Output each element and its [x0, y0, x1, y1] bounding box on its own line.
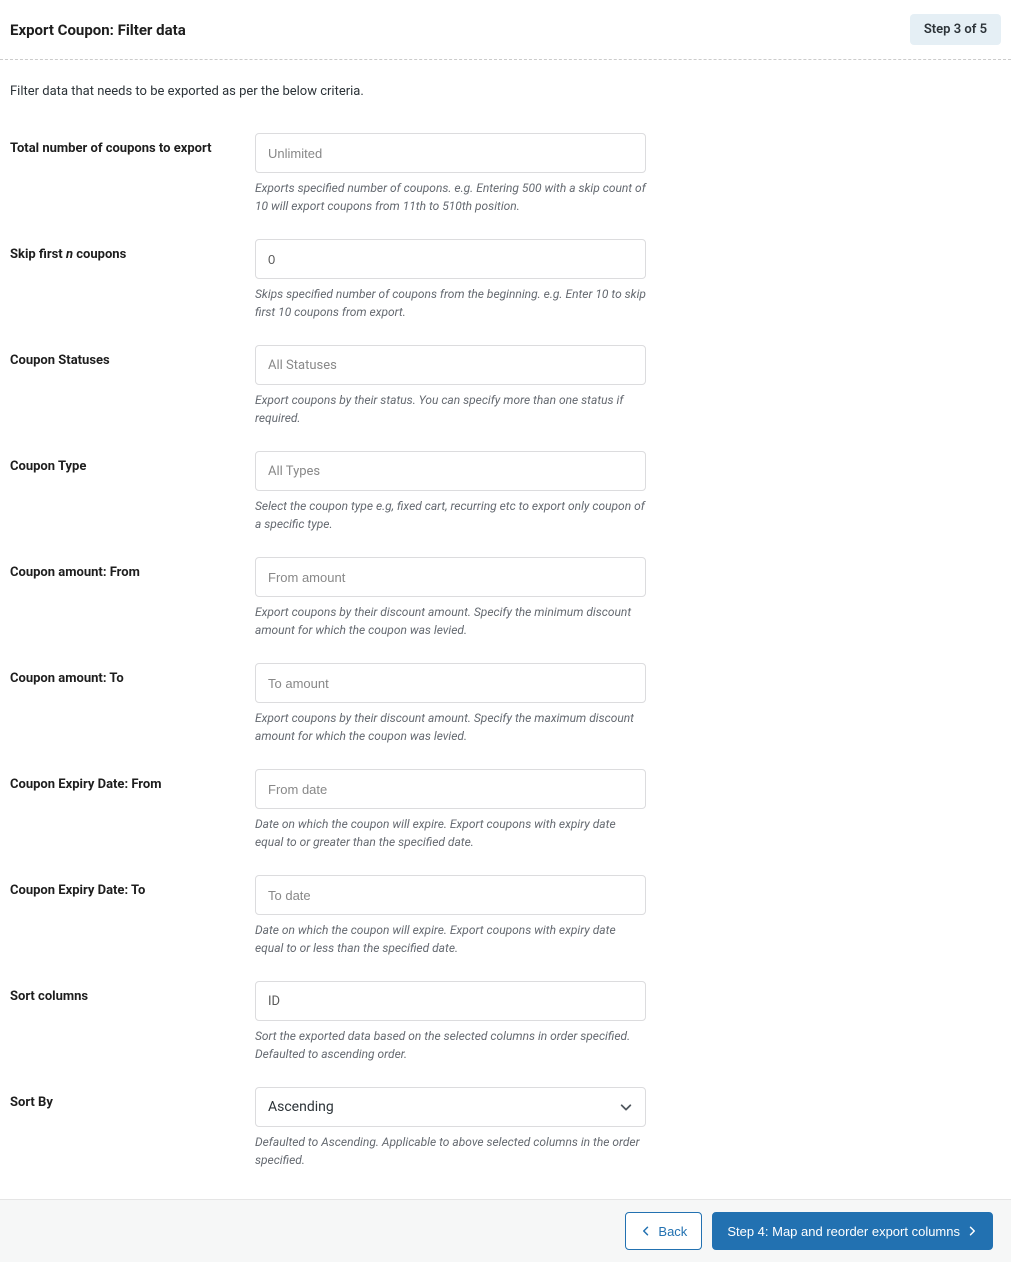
type-placeholder: All Types	[268, 464, 320, 479]
sort-by-value: Ascending	[268, 1099, 334, 1115]
step-badge: Step 3 of 5	[910, 14, 1001, 45]
row-sort-by: Sort By Ascending Defaulted to Ascending…	[10, 1087, 1001, 1169]
statuses-placeholder: All Statuses	[268, 358, 337, 373]
label-skip-pre: Skip first	[10, 247, 66, 262]
help-expiry-to: Date on which the coupon will expire. Ex…	[255, 921, 646, 957]
back-button[interactable]: Back	[625, 1212, 702, 1250]
row-expiry-to: Coupon Expiry Date: To Date on which the…	[10, 875, 1001, 957]
statuses-input[interactable]: All Statuses	[255, 345, 646, 385]
amount-from-input[interactable]	[255, 557, 646, 597]
help-sort-columns: Sort the exported data based on the sele…	[255, 1027, 646, 1063]
field-skip-coupons: Skips specified number of coupons from t…	[255, 239, 646, 321]
help-statuses: Export coupons by their status. You can …	[255, 391, 646, 427]
help-sort-by: Defaulted to Ascending. Applicable to ab…	[255, 1133, 646, 1169]
label-amount-to: Coupon amount: To	[10, 663, 255, 686]
expiry-to-input[interactable]	[255, 875, 646, 915]
field-sort-columns: ID Sort the exported data based on the s…	[255, 981, 646, 1063]
row-statuses: Coupon Statuses All Statuses Export coup…	[10, 345, 1001, 427]
filter-form: Total number of coupons to export Export…	[0, 109, 1011, 1199]
label-sort-by: Sort By	[10, 1087, 255, 1110]
next-step-label: Step 4: Map and reorder export columns	[727, 1224, 960, 1239]
row-type: Coupon Type All Types Select the coupon …	[10, 451, 1001, 533]
chevron-down-icon	[619, 1100, 633, 1114]
help-expiry-from: Date on which the coupon will expire. Ex…	[255, 815, 646, 851]
skip-coupons-input[interactable]	[255, 239, 646, 279]
row-expiry-from: Coupon Expiry Date: From Date on which t…	[10, 769, 1001, 851]
intro-text: Filter data that needs to be exported as…	[0, 60, 1011, 109]
type-input[interactable]: All Types	[255, 451, 646, 491]
next-step-button[interactable]: Step 4: Map and reorder export columns	[712, 1212, 993, 1250]
label-skip-em: n	[66, 247, 73, 262]
help-amount-from: Export coupons by their discount amount.…	[255, 603, 646, 639]
back-button-label: Back	[658, 1224, 687, 1239]
label-expiry-to: Coupon Expiry Date: To	[10, 875, 255, 898]
field-amount-from: Export coupons by their discount amount.…	[255, 557, 646, 639]
row-sort-columns: Sort columns ID Sort the exported data b…	[10, 981, 1001, 1063]
amount-to-input[interactable]	[255, 663, 646, 703]
chevron-right-icon	[966, 1225, 978, 1237]
label-skip-coupons: Skip first n coupons	[10, 239, 255, 262]
chevron-left-icon	[640, 1225, 652, 1237]
footer-bar: Back Step 4: Map and reorder export colu…	[0, 1199, 1011, 1262]
row-amount-from: Coupon amount: From Export coupons by th…	[10, 557, 1001, 639]
row-amount-to: Coupon amount: To Export coupons by thei…	[10, 663, 1001, 745]
label-sort-columns: Sort columns	[10, 981, 255, 1004]
label-type: Coupon Type	[10, 451, 255, 474]
label-expiry-from: Coupon Expiry Date: From	[10, 769, 255, 792]
total-coupons-input[interactable]	[255, 133, 646, 173]
sort-columns-value: ID	[268, 994, 280, 1009]
label-skip-post: coupons	[73, 247, 126, 262]
label-statuses: Coupon Statuses	[10, 345, 255, 368]
row-total-coupons: Total number of coupons to export Export…	[10, 133, 1001, 215]
field-amount-to: Export coupons by their discount amount.…	[255, 663, 646, 745]
page-header: Export Coupon: Filter data Step 3 of 5	[0, 0, 1011, 60]
row-skip-coupons: Skip first n coupons Skips specified num…	[10, 239, 1001, 321]
field-statuses: All Statuses Export coupons by their sta…	[255, 345, 646, 427]
sort-columns-input[interactable]: ID	[255, 981, 646, 1021]
field-type: All Types Select the coupon type e.g, fi…	[255, 451, 646, 533]
export-coupon-page: Export Coupon: Filter data Step 3 of 5 F…	[0, 0, 1011, 1262]
help-type: Select the coupon type e.g, fixed cart, …	[255, 497, 646, 533]
help-skip-coupons: Skips specified number of coupons from t…	[255, 285, 646, 321]
help-total-coupons: Exports specified number of coupons. e.g…	[255, 179, 646, 215]
field-expiry-from: Date on which the coupon will expire. Ex…	[255, 769, 646, 851]
field-expiry-to: Date on which the coupon will expire. Ex…	[255, 875, 646, 957]
expiry-from-input[interactable]	[255, 769, 646, 809]
label-amount-from: Coupon amount: From	[10, 557, 255, 580]
help-amount-to: Export coupons by their discount amount.…	[255, 709, 646, 745]
sort-by-select[interactable]: Ascending	[255, 1087, 646, 1127]
page-title: Export Coupon: Filter data	[10, 21, 186, 39]
label-total-coupons: Total number of coupons to export	[10, 133, 255, 156]
field-total-coupons: Exports specified number of coupons. e.g…	[255, 133, 646, 215]
field-sort-by: Ascending Defaulted to Ascending. Applic…	[255, 1087, 646, 1169]
